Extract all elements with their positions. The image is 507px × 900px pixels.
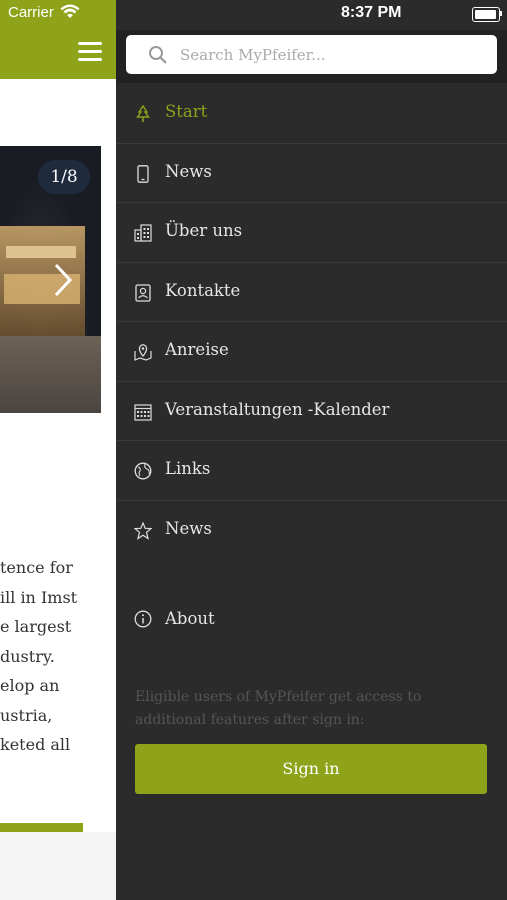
background-text-line: dustry. (0, 646, 55, 666)
menu-item-label: Veranstaltungen -Kalender (165, 399, 390, 419)
tree-icon (136, 105, 150, 122)
signin-note: Eligible users of MyPfeifer get access t… (135, 689, 422, 728)
menu-item-links[interactable]: Links (116, 441, 507, 501)
background-text: tence for ill in Imst e largest dustry. … (0, 553, 116, 760)
battery-nub (500, 11, 502, 16)
building-icon (134, 224, 152, 242)
search-input[interactable] (180, 44, 480, 66)
menu-item-anreise[interactable]: Anreise (116, 322, 507, 382)
star-icon (134, 521, 152, 540)
ground-illustration (0, 336, 101, 413)
phone-icon (137, 164, 149, 183)
menu-item-news-favorites[interactable]: News (116, 501, 507, 560)
background-text-line: elop an (0, 676, 60, 695)
wifi-icon (60, 4, 80, 18)
background-text-line: ill in Imst (0, 587, 78, 607)
menu-item-news[interactable]: News (116, 144, 507, 203)
battery-icon (472, 7, 500, 22)
background-green-bar (0, 823, 83, 832)
clock: 8:37 PM (341, 4, 402, 21)
hamburger-menu-icon[interactable] (78, 42, 102, 61)
slide-counter: 1/8 (38, 160, 90, 194)
status-bar: 8:37 PM (116, 0, 507, 30)
search-icon (149, 46, 167, 64)
menu-item-kontakte[interactable]: Kontakte (116, 263, 507, 322)
menu-item-label: News (165, 161, 212, 181)
menu-item-label: Anreise (165, 340, 229, 359)
globe-icon (134, 462, 152, 480)
menu-item-label: Über uns (165, 221, 243, 240)
sign-in-button[interactable]: Sign in (135, 744, 487, 794)
menu-item-ueber-uns[interactable]: Über uns (116, 203, 507, 263)
background-text-line: e largest (0, 617, 72, 636)
menu-item-label: News (165, 518, 212, 538)
background-text-line: tence for (0, 558, 73, 577)
carrier-label: Carrier (8, 4, 54, 21)
menu-item-label: Kontakte (165, 280, 241, 300)
background-page: Carrier 1/8 tence for ill in Imst e larg… (0, 0, 116, 900)
background-header: Carrier (0, 0, 116, 79)
drawer-menu: Start News Über uns Kontakte Anreise Ver… (116, 84, 507, 559)
chevron-right-icon[interactable] (52, 262, 74, 298)
contact-card-icon (135, 283, 151, 302)
background-footer (0, 832, 116, 900)
menu-item-label: Start (165, 102, 208, 121)
menu-item-label: Links (165, 459, 211, 478)
background-text-line: ustria, (0, 705, 53, 725)
menu-item-label: About (165, 609, 215, 628)
info-icon (134, 610, 152, 628)
menu-item-veranstaltungen[interactable]: Veranstaltungen -Kalender (116, 382, 507, 441)
menu-item-start[interactable]: Start (116, 84, 507, 144)
background-text-line: keted all (0, 735, 71, 754)
menu-item-about[interactable]: About (116, 600, 507, 640)
calendar-icon (134, 403, 152, 421)
map-pin-icon (134, 344, 152, 361)
